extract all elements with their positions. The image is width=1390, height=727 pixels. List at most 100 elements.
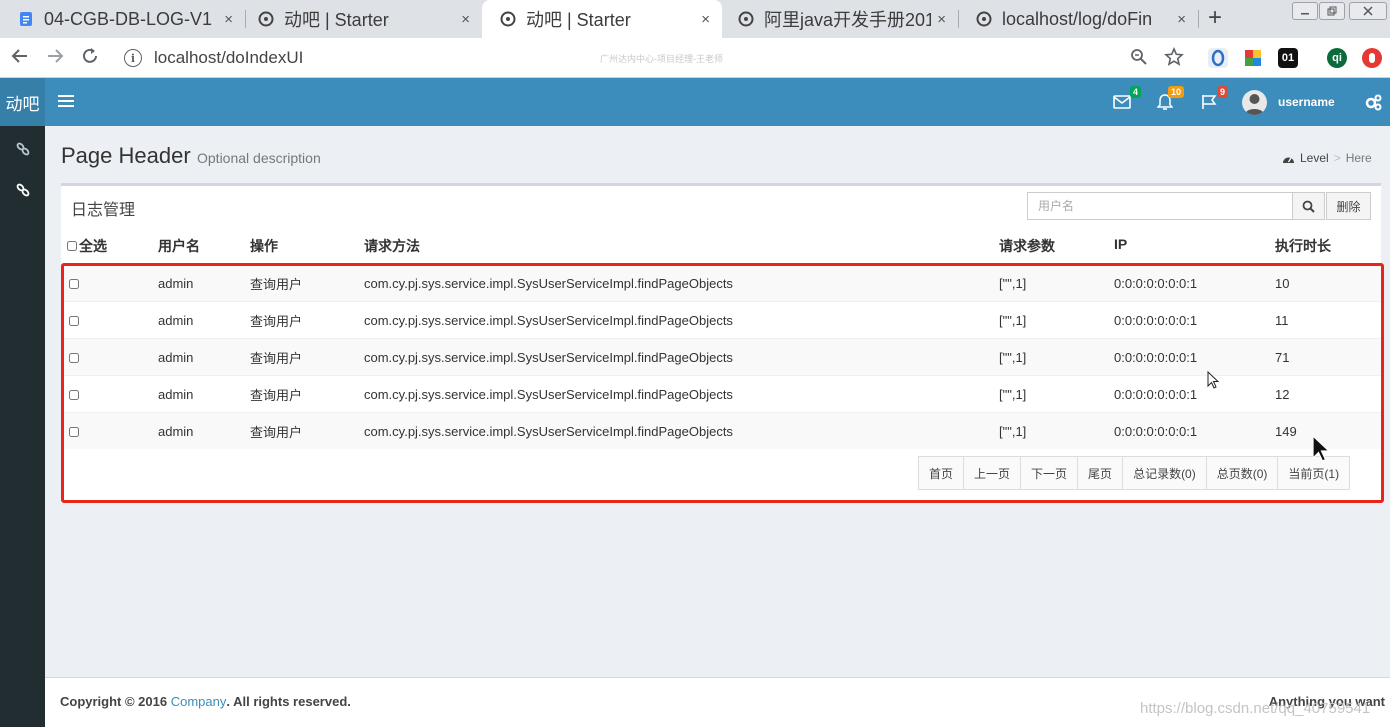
tab-title: 动吧 | Starter — [526, 10, 631, 30]
avatar[interactable] — [1242, 90, 1267, 115]
globe-icon — [976, 11, 992, 27]
notifications-badge: 10 — [1167, 86, 1184, 98]
tab-close-icon[interactable]: × — [937, 11, 946, 28]
envelope-icon — [1113, 95, 1131, 109]
forward-button[interactable] — [45, 46, 65, 72]
last-page-button[interactable]: 尾页 — [1077, 457, 1123, 489]
cell-operation: 查询用户 — [250, 277, 303, 292]
gears-icon — [1365, 94, 1382, 111]
cell-ip: 0:0:0:0:0:0:0:1 — [1114, 387, 1198, 402]
messages-badge: 4 — [1129, 86, 1141, 98]
calendar-extension-icon[interactable]: 01 — [1278, 48, 1298, 68]
browser-tab-strip: 04-CGB-DB-LOG-V1 × 动吧 | Starter × 动吧 | S… — [0, 0, 1390, 38]
cell-username: admin — [158, 424, 194, 439]
notifications-button[interactable]: 10 — [1154, 86, 1184, 112]
first-page-button[interactable]: 首页 — [919, 457, 964, 489]
user-name[interactable]: username — [1278, 95, 1335, 109]
control-sidebar-button[interactable] — [1362, 92, 1384, 112]
tab-close-icon[interactable]: × — [701, 11, 710, 28]
cell-params: ["",1] — [999, 424, 1027, 439]
sidebar-item-link-2[interactable] — [0, 170, 45, 210]
browser-tab[interactable]: 动吧 | Starter × — [240, 0, 482, 38]
column-label: 全选 — [79, 238, 107, 254]
globe-icon — [258, 11, 274, 27]
cell-duration: 71 — [1275, 350, 1290, 365]
tab-divider — [1198, 10, 1199, 28]
browser-tab[interactable]: 04-CGB-DB-LOG-V1 × — [0, 0, 245, 38]
tab-title: 阿里java开发手册201 — [764, 10, 932, 30]
company-link[interactable]: Company — [171, 694, 227, 709]
cell-operation: 查询用户 — [250, 425, 303, 440]
qi-extension-icon[interactable]: qi — [1327, 48, 1347, 68]
browser-tab[interactable]: 阿里java开发手册201 × — [720, 0, 958, 38]
cell-method: com.cy.pj.sys.service.impl.SysUserServic… — [364, 424, 733, 439]
new-tab-button[interactable]: + — [1208, 4, 1222, 32]
total-records: 总记录数(0) — [1122, 457, 1206, 489]
opera-extension-icon[interactable] — [1208, 48, 1228, 68]
breadcrumb-level[interactable]: Level — [1300, 151, 1329, 165]
zoom-icon — [1131, 49, 1147, 65]
search-button[interactable] — [1292, 192, 1325, 220]
breadcrumb-separator: > — [1333, 151, 1341, 165]
tasks-button[interactable]: 9 — [1198, 86, 1228, 112]
browser-tab[interactable]: localhost/log/doFin × — [958, 0, 1198, 38]
breadcrumb-here: Here — [1345, 151, 1372, 165]
sidebar-toggle-icon[interactable] — [58, 93, 74, 109]
app-logo[interactable]: 动吧 — [0, 78, 45, 126]
column-header-username: 用户名 — [158, 238, 200, 254]
delete-button[interactable]: 删除 — [1326, 192, 1371, 220]
reload-icon — [83, 48, 97, 63]
pagination: 首页 上一页 下一页 尾页 总记录数(0) 总页数(0) 当前页(1) — [918, 456, 1351, 490]
color-picker-extension-icon[interactable] — [1243, 48, 1263, 68]
tab-close-icon[interactable]: × — [224, 11, 233, 28]
cell-duration: 11 — [1275, 313, 1289, 328]
table-row: admin 查询用户 com.cy.pj.sys.service.impl.Sy… — [61, 375, 1381, 412]
globe-icon — [500, 11, 516, 27]
info-icon[interactable]: i — [124, 49, 142, 67]
row-checkbox[interactable] — [69, 389, 79, 400]
row-checkbox[interactable] — [69, 426, 79, 437]
row-checkbox[interactable] — [69, 315, 79, 326]
cell-operation: 查询用户 — [250, 388, 303, 403]
browser-tab-active[interactable]: 动吧 | Starter × — [482, 0, 722, 38]
column-header-duration: 执行时长 — [1275, 238, 1331, 254]
row-checkbox[interactable] — [69, 278, 79, 289]
cell-operation: 查询用户 — [250, 314, 303, 329]
tab-close-icon[interactable]: × — [461, 11, 470, 28]
back-button[interactable] — [10, 46, 30, 72]
restore-icon — [1327, 6, 1337, 16]
next-page-button[interactable]: 下一页 — [1020, 457, 1078, 489]
app-header: 动吧 4 10 9 username — [0, 78, 1390, 126]
url-text: localhost/doIndexUI — [154, 48, 304, 67]
close-window-button[interactable] — [1349, 2, 1387, 20]
bookmark-star-button[interactable] — [1164, 46, 1184, 73]
prev-page-button[interactable]: 上一页 — [963, 457, 1021, 489]
sidebar-item-link-1[interactable] — [0, 129, 45, 169]
cell-duration: 12 — [1275, 387, 1290, 402]
cell-username: admin — [158, 313, 194, 328]
zoom-button[interactable] — [1130, 48, 1148, 72]
box-title: 日志管理 — [71, 202, 136, 219]
reload-button[interactable] — [80, 46, 100, 72]
copyright-suffix: . All rights reserved. — [226, 694, 351, 709]
table-row: admin 查询用户 com.cy.pj.sys.service.impl.Sy… — [61, 301, 1381, 338]
link-icon — [16, 183, 29, 197]
adblock-extension-icon[interactable] — [1362, 48, 1382, 68]
globe-icon — [738, 11, 754, 27]
cell-ip: 0:0:0:0:0:0:0:1 — [1114, 424, 1198, 439]
link-icon — [16, 142, 29, 156]
minimize-button[interactable] — [1292, 2, 1318, 20]
select-all-checkbox[interactable] — [67, 241, 77, 251]
tab-close-icon[interactable]: × — [1177, 11, 1186, 28]
cell-params: ["",1] — [999, 350, 1027, 365]
maximize-button[interactable] — [1319, 2, 1345, 20]
row-checkbox[interactable] — [69, 352, 79, 363]
search-username-input[interactable] — [1027, 192, 1293, 220]
arrow-left-icon — [11, 49, 27, 63]
messages-button[interactable]: 4 — [1111, 86, 1141, 112]
breadcrumb: Level > Here — [1282, 151, 1372, 165]
footer: Copyright © 2016 Company. All rights res… — [45, 677, 1390, 727]
close-icon — [1363, 6, 1373, 16]
star-icon — [1164, 46, 1184, 66]
search-icon — [1302, 200, 1315, 213]
